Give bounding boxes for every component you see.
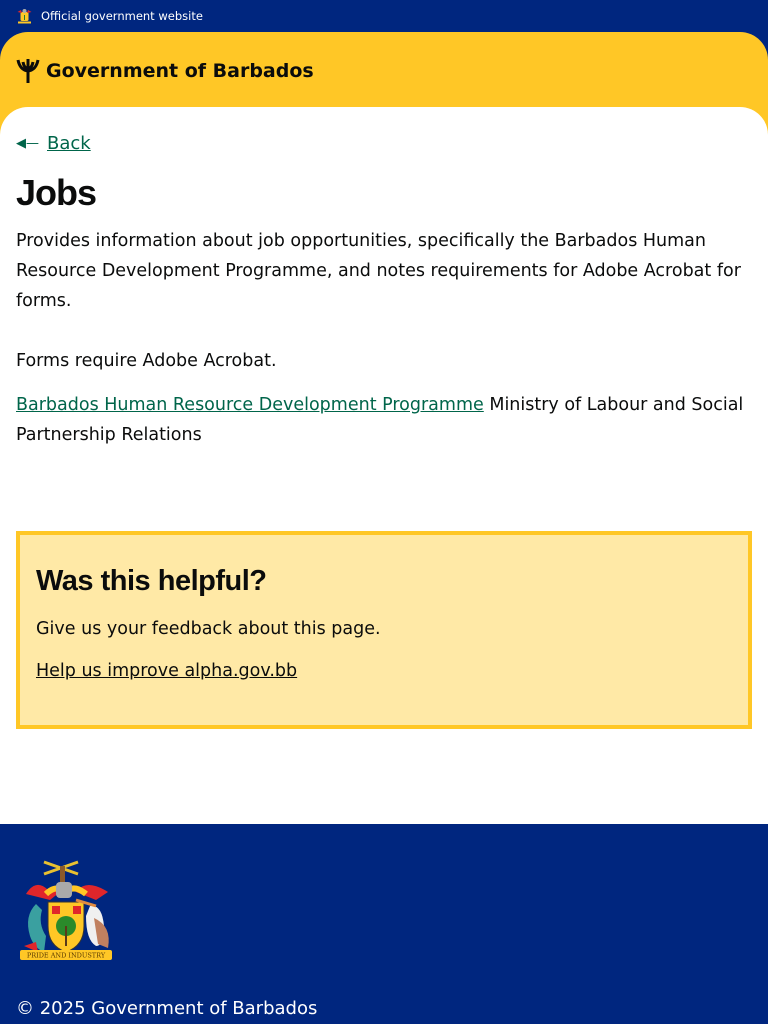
official-banner-text: Official government website: [41, 9, 203, 23]
feedback-title: Was this helpful?: [36, 565, 267, 597]
forms-note: Forms require Adobe Acrobat.: [16, 351, 277, 371]
back-link-label[interactable]: Back: [47, 133, 91, 154]
brand-name: Government of Barbados: [46, 60, 314, 82]
back-link[interactable]: ◀— Back: [16, 133, 752, 154]
copyright: © 2025 Government of Barbados: [16, 998, 318, 1019]
arrow-left-icon: ◀—: [16, 136, 39, 151]
coat-of-arms-icon: [17, 9, 32, 24]
coat-of-arms-motto: PRIDE AND INDUSTRY: [27, 952, 106, 960]
feedback-text: Give us your feedback about this page.: [36, 619, 381, 639]
feedback-link[interactable]: Help us improve alpha.gov.bb: [36, 661, 297, 681]
official-banner: Official government website: [0, 0, 768, 32]
site-footer: PRIDE AND INDUSTRY © 2025 Government of …: [0, 824, 768, 1019]
page-description: Provides information about job opportuni…: [16, 231, 741, 311]
trident-icon: [16, 59, 40, 83]
brand-link[interactable]: Government of Barbados: [16, 58, 314, 84]
programme-link[interactable]: Barbados Human Resource Development Prog…: [16, 395, 484, 415]
feedback-panel: Was this helpful? Give us your feedback …: [16, 531, 752, 729]
page-title: Jobs: [16, 172, 97, 213]
programme-entry: Barbados Human Resource Development Prog…: [16, 390, 752, 450]
coat-of-arms-icon: PRIDE AND INDUSTRY: [20, 860, 112, 960]
main-content: ◀— Back Jobs Provides information about …: [0, 107, 768, 824]
